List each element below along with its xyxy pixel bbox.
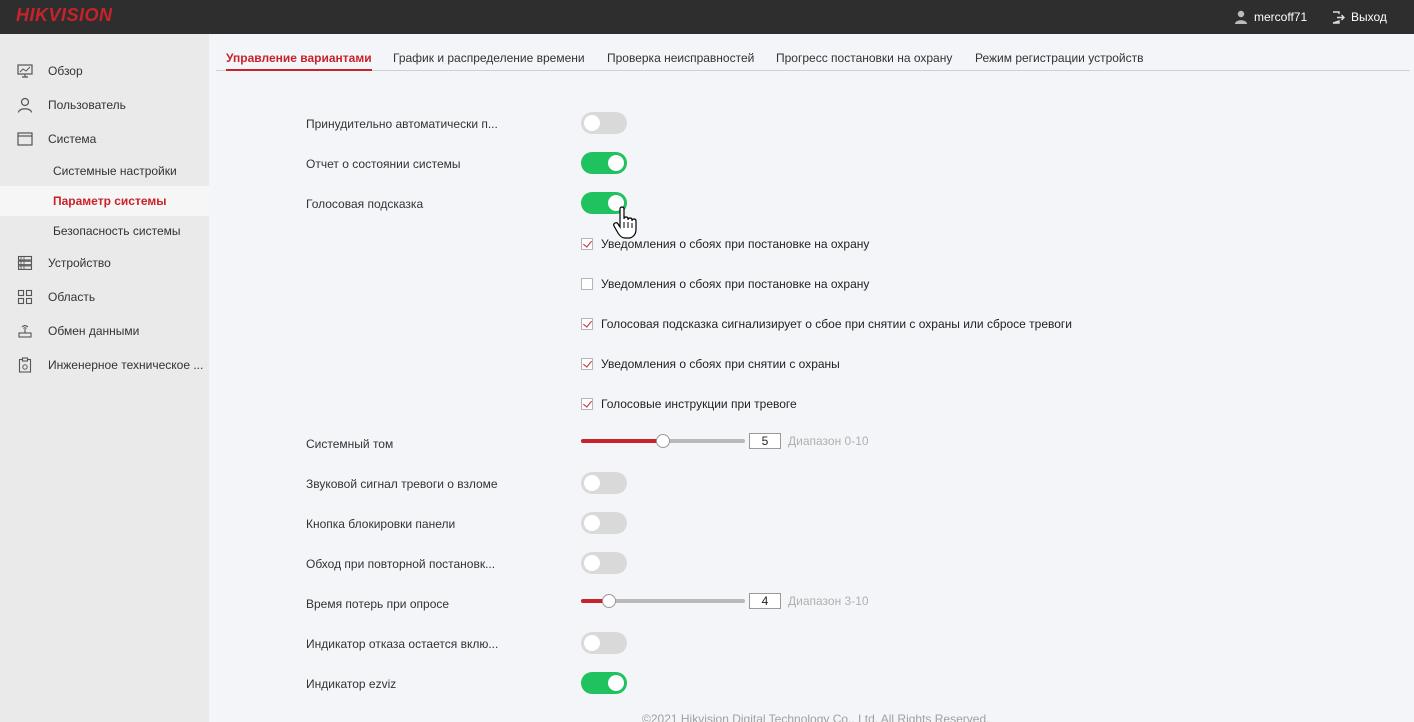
panel-lock-toggle[interactable] [581, 512, 627, 534]
user-icon [16, 96, 34, 114]
sidebar-item-label: Обмен данными [48, 324, 140, 338]
hand-cursor-icon [613, 206, 637, 239]
sidebar-item-system-params[interactable]: Параметр системы [0, 186, 209, 216]
check-disarm-fault-notify[interactable]: Уведомления о сбоях при снятии с охраны [581, 356, 840, 372]
sidebar-item-system-security[interactable]: Безопасность системы [0, 216, 209, 246]
sidebar-item-label: Область [48, 290, 96, 304]
sidebar-item-label: Обзор [48, 64, 83, 78]
panel-lock-label: Кнопка блокировки панели [306, 517, 456, 531]
logout-button[interactable]: Выход [1332, 8, 1387, 26]
slider-thumb[interactable] [602, 594, 616, 608]
tab-schedule[interactable]: График и распределение времени [393, 42, 585, 71]
bypass-rearm-toggle[interactable] [581, 552, 627, 574]
fault-indicator-toggle[interactable] [581, 632, 627, 654]
tab-bar: Управление вариантами График и распредел… [216, 42, 1410, 71]
checkbox-label: Голосовые инструкции при тревоге [601, 397, 797, 411]
username: mercoff71 [1254, 10, 1308, 24]
tab-fault-check[interactable]: Проверка неисправностей [607, 42, 754, 71]
footer-copyright: ©2021 Hikvision Digital Technology Co., … [642, 712, 990, 722]
tab-variant-management[interactable]: Управление вариантами [226, 42, 372, 71]
poll-loss-input[interactable]: 4 [749, 593, 781, 609]
voice-prompt-label: Голосовая подсказка [306, 197, 424, 211]
checkbox[interactable] [581, 238, 593, 250]
monitor-icon [16, 62, 34, 80]
sidebar-item-label: Инженерное техническое ... [48, 358, 204, 372]
checkbox[interactable] [581, 358, 593, 370]
tab-device-registration[interactable]: Режим регистрации устройств [975, 42, 1144, 71]
check-alarm-voice-instructions[interactable]: Голосовые инструкции при тревоге [581, 396, 797, 412]
sidebar-item-area[interactable]: Область [0, 282, 209, 312]
system-volume-slider[interactable] [581, 434, 745, 448]
status-report-toggle[interactable] [581, 152, 627, 174]
slider-fill [581, 439, 663, 443]
sidebar-item-label: Пользователь [48, 98, 126, 112]
sidebar: Обзор Пользователь Система Системные нас… [0, 34, 209, 722]
user-menu[interactable]: mercoff71 [1234, 8, 1307, 26]
system-volume-range-hint: Диапазон 0-10 [788, 434, 869, 448]
sidebar-item-maintenance[interactable]: Инженерное техническое ... [0, 350, 209, 380]
tab-arming-progress[interactable]: Прогресс постановки на охрану [776, 42, 952, 71]
force-auto-toggle[interactable] [581, 112, 627, 134]
window-icon [16, 130, 34, 148]
force-auto-label: Принудительно автоматически п... [306, 117, 498, 131]
system-volume-input[interactable]: 5 [749, 433, 781, 449]
tamper-sound-toggle[interactable] [581, 472, 627, 494]
check-arming-fault-notify-2[interactable]: Уведомления о сбоях при постановке на ох… [581, 276, 869, 292]
logout-icon [1332, 10, 1345, 24]
checkbox[interactable] [581, 278, 593, 290]
fault-indicator-label: Индикатор отказа остается вклю... [306, 637, 499, 651]
sidebar-item-label: Устройство [48, 256, 111, 270]
router-icon [16, 322, 34, 340]
sidebar-item-overview[interactable]: Обзор [0, 56, 209, 86]
bypass-rearm-label: Обход при повторной постановк... [306, 557, 496, 571]
sidebar-item-device[interactable]: Устройство [0, 248, 209, 278]
top-bar: HIKVISION mercoff71 Выход [0, 0, 1414, 34]
checkbox-label: Уведомления о сбоях при снятии с охраны [601, 357, 840, 371]
poll-loss-range-hint: Диапазон 3-10 [788, 594, 869, 608]
checkbox-label: Голосовая подсказка сигнализирует о сбое… [601, 317, 1073, 331]
slider-thumb[interactable] [656, 434, 670, 448]
sidebar-item-communication[interactable]: Обмен данными [0, 316, 209, 346]
checkbox[interactable] [581, 318, 593, 330]
poll-loss-slider[interactable] [581, 594, 745, 608]
system-volume-label: Системный том [306, 437, 394, 451]
sidebar-item-user[interactable]: Пользователь [0, 90, 209, 120]
user-icon [1235, 10, 1247, 24]
hikvision-logo: HIKVISION [16, 5, 113, 25]
server-icon [16, 254, 34, 272]
sidebar-item-system-settings[interactable]: Системные настройки [0, 156, 209, 186]
status-report-label: Отчет о состоянии системы [306, 157, 461, 171]
checkbox-label: Уведомления о сбоях при постановке на ох… [601, 277, 870, 291]
clipboard-icon [16, 356, 34, 374]
checkbox-label: Уведомления о сбоях при постановке на ох… [601, 237, 870, 251]
poll-loss-label: Время потерь при опросе [306, 597, 450, 611]
ezviz-indicator-label: Индикатор ezviz [306, 677, 397, 691]
sidebar-item-label: Система [48, 132, 97, 146]
logout-label: Выход [1351, 10, 1387, 24]
grid-icon [16, 288, 34, 306]
tamper-sound-label: Звуковой сигнал тревоги о взломе [306, 477, 498, 491]
ezviz-indicator-toggle[interactable] [581, 672, 627, 694]
check-disarm-reset-voice[interactable]: Голосовая подсказка сигнализирует о сбое… [581, 316, 1072, 332]
sidebar-item-system[interactable]: Система [0, 124, 209, 154]
checkbox[interactable] [581, 398, 593, 410]
